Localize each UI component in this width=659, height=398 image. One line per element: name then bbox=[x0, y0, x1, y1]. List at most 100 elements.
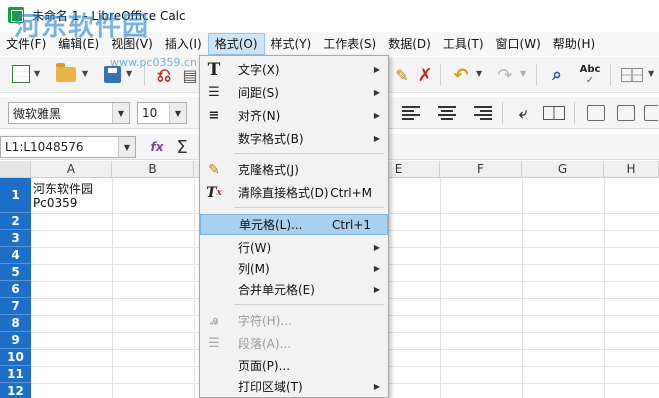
row-column-button[interactable] bbox=[620, 66, 644, 84]
row-header-4[interactable]: 4 bbox=[0, 247, 31, 264]
submenu-arrow-icon: ▶ bbox=[373, 88, 380, 97]
column-header-f[interactable]: F bbox=[440, 161, 522, 178]
wrap-text-button[interactable]: ⤶ bbox=[512, 104, 534, 122]
menu-item-print-ranges[interactable]: 打印区域(T) ▶ bbox=[200, 376, 388, 397]
clear-formatting-button[interactable]: ✗ bbox=[414, 65, 436, 86]
row-header-3[interactable]: 3 bbox=[0, 230, 31, 247]
spreadsheet-icon bbox=[12, 65, 30, 83]
menu-item-character[interactable]: ꭿ 字符(H)... bbox=[200, 310, 388, 331]
cell-a1-line1[interactable]: 河东软件园 bbox=[33, 180, 93, 197]
toolbar-separator bbox=[144, 64, 145, 86]
export-pdf-button[interactable]: ⎌ bbox=[154, 65, 174, 86]
cell-a1-line2[interactable]: Pc0359 bbox=[33, 196, 77, 210]
chevron-down-icon: ▼ bbox=[476, 69, 483, 78]
undo-dropdown-arrow[interactable]: ▼ bbox=[476, 69, 482, 78]
menu-insert[interactable]: 插入(I) bbox=[159, 33, 208, 55]
menu-item-rows[interactable]: 行(W) ▶ bbox=[200, 237, 388, 258]
row-header-9[interactable]: 9 bbox=[0, 332, 31, 349]
row-header-6[interactable]: 6 bbox=[0, 281, 31, 298]
menu-tools[interactable]: 工具(T) bbox=[437, 33, 490, 55]
align-middle-icon bbox=[617, 105, 635, 121]
font-size-value: 10 bbox=[142, 106, 158, 120]
gridline bbox=[112, 178, 113, 398]
merge-cells-icon bbox=[543, 106, 565, 120]
menu-help[interactable]: 帮助(H) bbox=[547, 33, 601, 55]
column-header-g[interactable]: G bbox=[522, 161, 604, 178]
redo-button[interactable]: ↷ bbox=[494, 65, 516, 86]
font-name-value: 微软雅黑 bbox=[13, 106, 62, 121]
open-button[interactable] bbox=[56, 63, 76, 82]
row-header-7[interactable]: 7 bbox=[0, 298, 31, 315]
character-icon: ꭿ bbox=[210, 313, 218, 328]
font-size-combo[interactable]: 10 ▼ bbox=[137, 102, 187, 124]
row-header-10[interactable]: 10 bbox=[0, 349, 31, 366]
menu-item-merge-cells[interactable]: 合并单元格(E) ▶ bbox=[200, 279, 388, 300]
row-header-5[interactable]: 5 bbox=[0, 264, 31, 281]
spelling-button[interactable]: Abc ✓ bbox=[576, 63, 604, 87]
row-header-8[interactable]: 8 bbox=[0, 315, 31, 332]
column-header-b[interactable]: B bbox=[112, 161, 194, 178]
menu-sheet[interactable]: 工作表(S) bbox=[317, 33, 382, 55]
menu-item-cells[interactable]: 单元格(L)... Ctrl+1 bbox=[200, 214, 388, 235]
align-bottom-icon bbox=[644, 105, 658, 121]
align-center-button[interactable] bbox=[438, 106, 456, 120]
sum-button[interactable]: Σ bbox=[172, 137, 192, 158]
new-spreadsheet-button[interactable] bbox=[12, 65, 30, 83]
print-button[interactable]: ▤ bbox=[180, 65, 200, 85]
menu-styles[interactable]: 样式(Y) bbox=[265, 33, 318, 55]
menu-format[interactable]: 格式(O) bbox=[207, 33, 265, 55]
save-dropdown-arrow[interactable]: ▼ bbox=[126, 69, 132, 78]
row-header-11[interactable]: 11 bbox=[0, 366, 31, 383]
align-right-icon bbox=[474, 106, 492, 120]
align-vertical-center-button[interactable] bbox=[616, 104, 636, 122]
menu-item-columns[interactable]: 列(M) ▶ bbox=[200, 258, 388, 279]
menu-file[interactable]: 文件(F) bbox=[0, 33, 52, 55]
menu-item-spacing[interactable]: ☰ 间距(S) ▶ bbox=[200, 82, 388, 103]
name-box[interactable]: L1:L1048576 ▼ bbox=[0, 136, 136, 158]
row-column-dropdown-arrow[interactable]: ▼ bbox=[648, 69, 654, 78]
menu-data[interactable]: 数据(D) bbox=[382, 33, 437, 55]
title-bar: 未命名 1 - LibreOffice Calc bbox=[0, 0, 659, 30]
column-header-h[interactable]: H bbox=[604, 161, 659, 178]
save-button[interactable] bbox=[104, 66, 121, 83]
chevron-down-icon[interactable]: ▼ bbox=[118, 137, 135, 157]
menu-view[interactable]: 视图(V) bbox=[105, 33, 159, 55]
align-bottom-button[interactable] bbox=[644, 104, 658, 122]
select-all-corner[interactable] bbox=[0, 161, 31, 178]
menu-item-number-format[interactable]: 数字格式(B) ▶ bbox=[200, 128, 388, 149]
row-header-12[interactable]: 12 bbox=[0, 383, 31, 398]
row-header-2[interactable]: 2 bbox=[0, 213, 31, 230]
menu-item-paragraph[interactable]: ☰ 段落(A)... bbox=[200, 333, 388, 354]
menu-window[interactable]: 窗口(W) bbox=[490, 33, 547, 55]
undo-icon: ↶ bbox=[453, 64, 469, 86]
menu-edit[interactable]: 编辑(E) bbox=[52, 33, 105, 55]
new-dropdown-arrow[interactable]: ▼ bbox=[34, 69, 40, 78]
redo-dropdown-arrow[interactable]: ▼ bbox=[520, 69, 526, 78]
merge-center-button[interactable] bbox=[542, 105, 566, 121]
undo-button[interactable]: ↶ bbox=[450, 64, 472, 86]
row-header-1[interactable]: 1 bbox=[0, 178, 31, 213]
menu-item-text[interactable]: T 文字(X) ▶ bbox=[200, 59, 388, 80]
column-header-a[interactable]: A bbox=[31, 161, 112, 178]
menu-item-align[interactable]: ≡ 对齐(N) ▶ bbox=[200, 105, 388, 126]
menu-separator bbox=[234, 304, 384, 305]
menu-item-page[interactable]: 页面(P)... bbox=[200, 355, 388, 376]
clone-formatting-button[interactable]: ✎ bbox=[392, 65, 412, 85]
align-right-button[interactable] bbox=[474, 106, 492, 120]
table-grid-icon bbox=[621, 68, 643, 82]
open-dropdown-arrow[interactable]: ▼ bbox=[82, 69, 88, 78]
find-replace-button[interactable]: ⌕ bbox=[546, 65, 568, 85]
save-icon bbox=[104, 66, 121, 83]
menu-item-clone-format[interactable]: ✎ 克隆格式(J) bbox=[200, 159, 388, 180]
menu-item-clear-direct-format[interactable]: Tx 清除直接格式(D) Ctrl+M bbox=[200, 182, 388, 203]
chevron-down-icon: ▼ bbox=[34, 69, 41, 78]
function-wizard-button[interactable]: fx bbox=[146, 137, 168, 157]
gridline bbox=[440, 178, 441, 398]
submenu-arrow-icon: ▶ bbox=[373, 65, 380, 74]
font-name-combo[interactable]: 微软雅黑 ▼ bbox=[8, 102, 130, 124]
align-top-button[interactable] bbox=[586, 104, 606, 122]
align-left-button[interactable] bbox=[402, 106, 420, 120]
chevron-down-icon[interactable]: ▼ bbox=[112, 103, 129, 123]
paragraph-icon: ☰ bbox=[208, 336, 220, 351]
chevron-down-icon[interactable]: ▼ bbox=[169, 103, 186, 123]
